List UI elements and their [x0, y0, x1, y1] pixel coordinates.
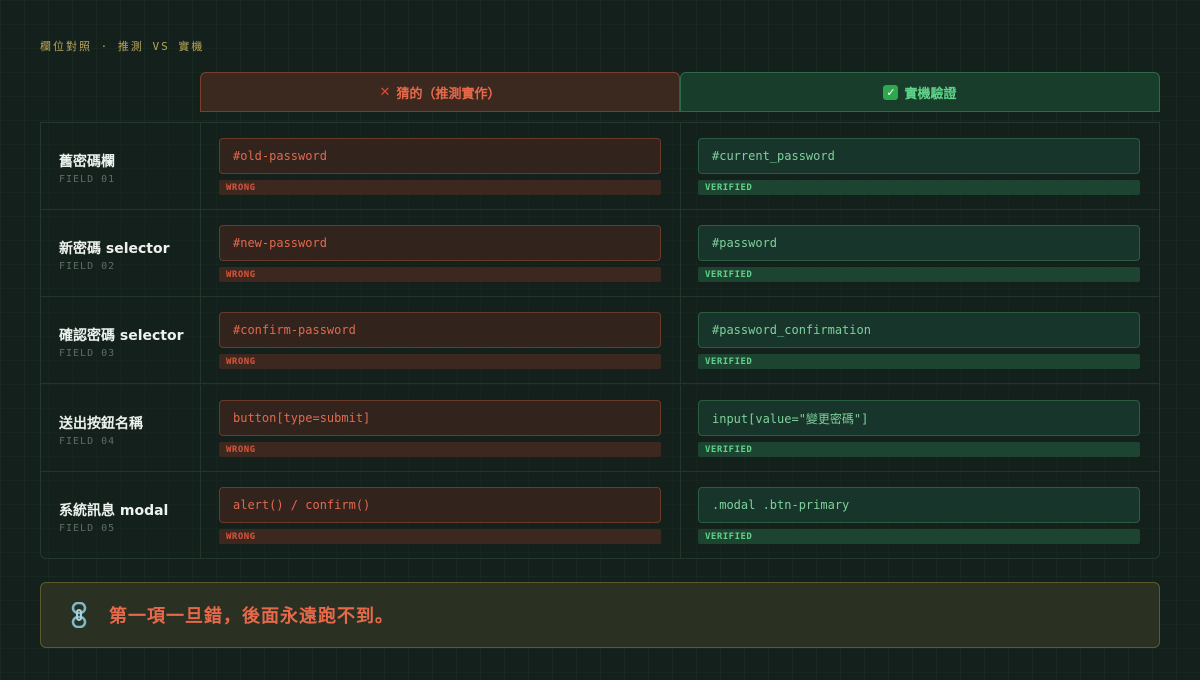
field-id: FIELD 02	[59, 261, 116, 272]
warning-banner-text: 第一項一旦錯，後面永遠跑不到。	[109, 606, 394, 627]
verified-badge: VERIFIED	[698, 354, 1140, 369]
check-mark-icon: ✓	[883, 84, 899, 100]
wrong-badge: WRONG	[219, 267, 661, 282]
guess-selector: #new-password	[219, 225, 661, 261]
field-name: 系統訊息 modal	[59, 503, 169, 519]
verified-badge: VERIFIED	[698, 180, 1140, 195]
verified-badge: VERIFIED	[698, 267, 1140, 282]
verified-badge: VERIFIED	[698, 442, 1140, 457]
field-label-cell: 系統訊息 modal FIELD 05	[41, 472, 201, 559]
field-name: 舊密碼欄	[59, 154, 115, 170]
guess-cell: alert() / confirm() WRONG	[201, 472, 681, 559]
cross-mark-icon: ✕	[379, 84, 391, 100]
table-row: 確認密碼 selector FIELD 03 #confirm-password…	[41, 297, 1159, 384]
field-id: FIELD 04	[59, 436, 116, 447]
verified-cell: #current_password VERIFIED	[681, 123, 1159, 209]
guess-selector: button[type=submit]	[219, 400, 661, 436]
verified-cell: .modal .btn-primary VERIFIED	[681, 472, 1159, 559]
column-header-verified-label: 實機驗證	[904, 86, 957, 102]
verified-cell: #password VERIFIED	[681, 210, 1159, 296]
guess-cell: #confirm-password WRONG	[201, 297, 681, 383]
verified-selector: #current_password	[698, 138, 1140, 174]
guess-selector: #old-password	[219, 138, 661, 174]
column-header-guess: ✕ 猜的（推測實作）	[200, 72, 680, 112]
table-row: 系統訊息 modal FIELD 05 alert() / confirm() …	[41, 472, 1159, 559]
wrong-badge: WRONG	[219, 442, 661, 457]
guess-selector: alert() / confirm()	[219, 487, 661, 523]
verified-selector: #password	[698, 225, 1140, 261]
field-id: FIELD 05	[59, 523, 116, 534]
field-label-cell: 確認密碼 selector FIELD 03	[41, 297, 201, 383]
field-label-cell: 新密碼 selector FIELD 02	[41, 210, 201, 296]
table-row: 送出按鈕名稱 FIELD 04 button[type=submit] WRON…	[41, 385, 1159, 472]
column-header-verified: ✓ 實機驗證	[680, 72, 1160, 112]
field-id: FIELD 01	[59, 174, 116, 185]
wrong-badge: WRONG	[219, 180, 661, 195]
field-label-cell: 舊密碼欄 FIELD 01	[41, 123, 201, 209]
verified-selector: input[value="變更密碼"]	[698, 400, 1140, 436]
wrong-badge: WRONG	[219, 529, 661, 544]
field-id: FIELD 03	[59, 348, 116, 359]
field-label-cell: 送出按鈕名稱 FIELD 04	[41, 385, 201, 471]
field-name: 確認密碼 selector	[59, 328, 184, 344]
comparison-table: 舊密碼欄 FIELD 01 #old-password WRONG #curre…	[40, 122, 1160, 559]
guess-cell: #old-password WRONG	[201, 123, 681, 209]
verified-badge: VERIFIED	[698, 529, 1140, 544]
guess-cell: #new-password WRONG	[201, 210, 681, 296]
table-row: 新密碼 selector FIELD 02 #new-password WRON…	[41, 210, 1159, 297]
verified-selector: #password_confirmation	[698, 312, 1140, 348]
warning-banner: 第一項一旦錯，後面永遠跑不到。	[40, 582, 1160, 648]
field-name: 送出按鈕名稱	[59, 416, 143, 432]
table-row: 舊密碼欄 FIELD 01 #old-password WRONG #curre…	[41, 123, 1159, 210]
chain-link-icon	[71, 602, 87, 628]
verified-cell: #password_confirmation VERIFIED	[681, 297, 1159, 383]
guess-selector: #confirm-password	[219, 312, 661, 348]
column-header-guess-label: 猜的（推測實作）	[396, 86, 501, 102]
verified-cell: input[value="變更密碼"] VERIFIED	[681, 385, 1159, 471]
guess-cell: button[type=submit] WRONG	[201, 385, 681, 471]
wrong-badge: WRONG	[219, 354, 661, 369]
verified-selector: .modal .btn-primary	[698, 487, 1140, 523]
field-name: 新密碼 selector	[59, 241, 170, 257]
section-kicker: 欄位對照 · 推測 VS 實機	[40, 40, 205, 53]
